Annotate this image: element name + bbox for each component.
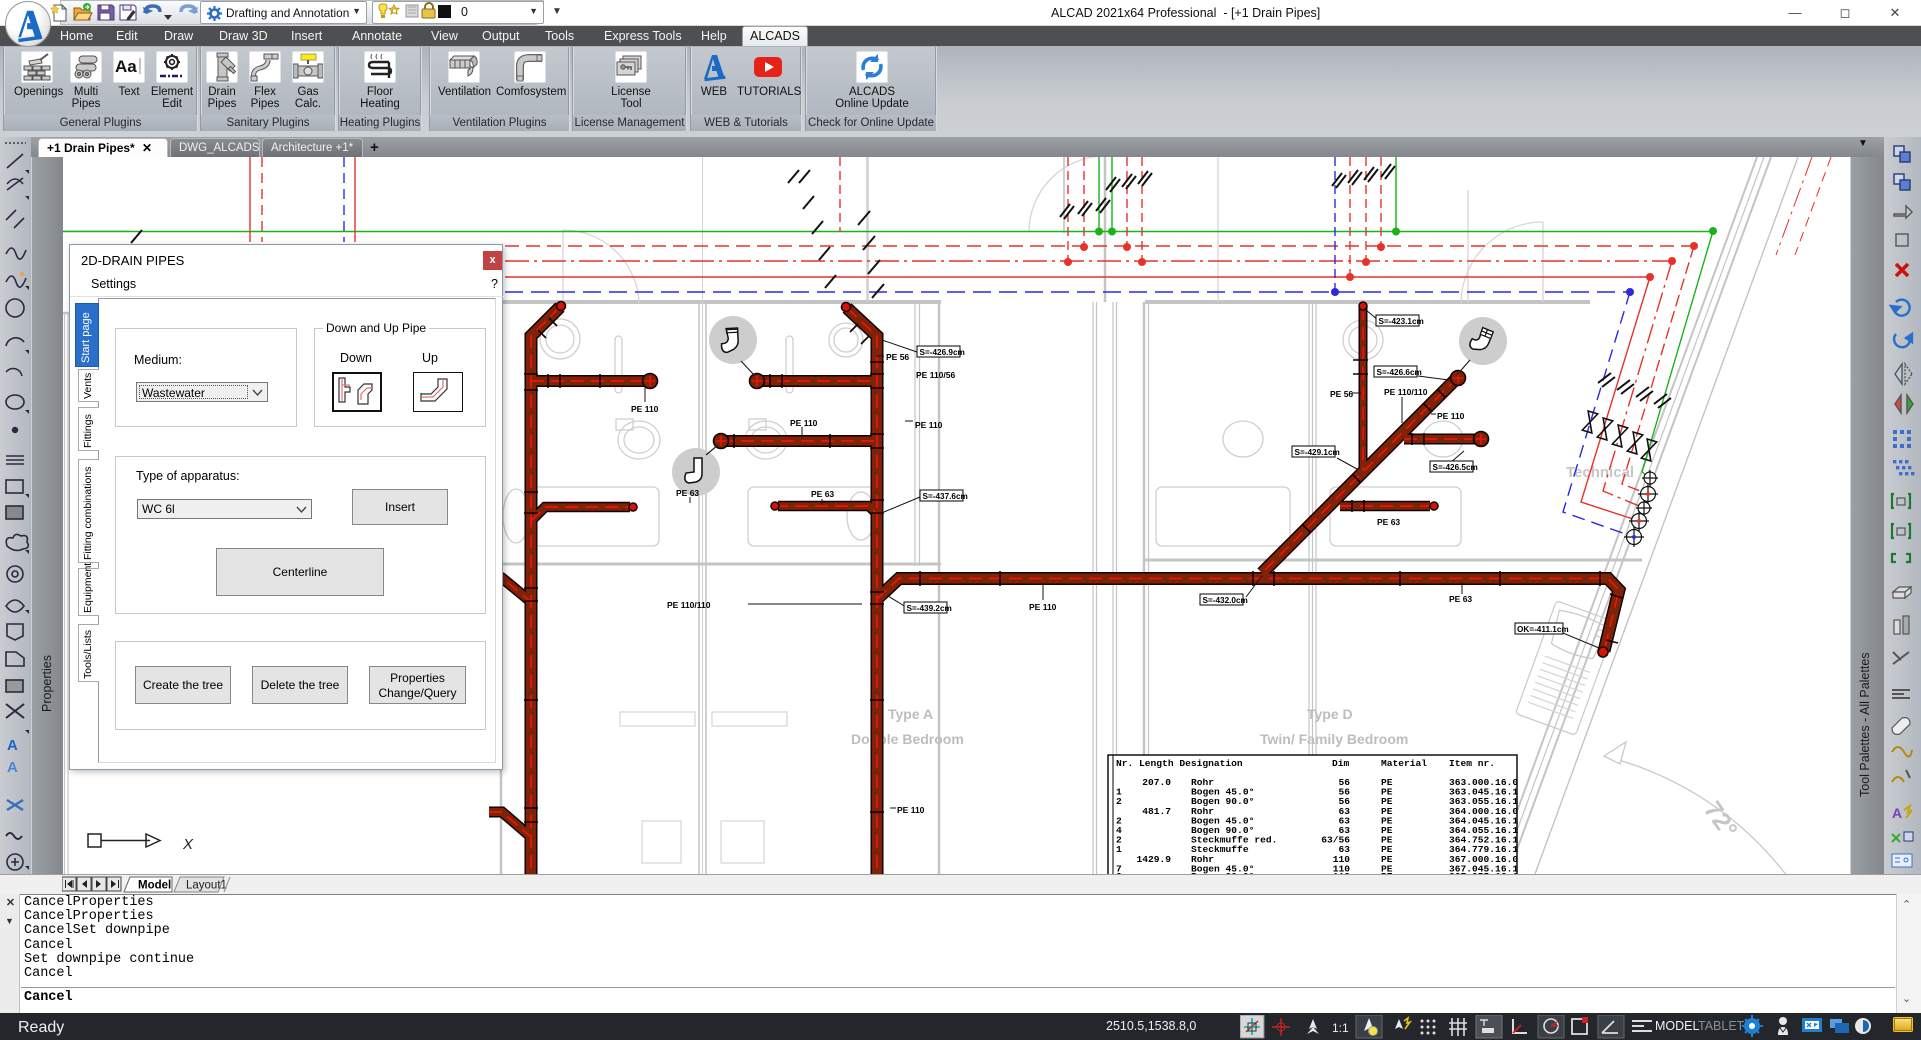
svg-text:X: X bbox=[182, 836, 194, 853]
svg-text:A: A bbox=[1892, 805, 1902, 821]
svg-text:Type D: Type D bbox=[1307, 706, 1353, 722]
svg-text:PE 63: PE 63 bbox=[1449, 594, 1472, 604]
svg-text:Type A: Type A bbox=[888, 706, 933, 722]
svg-text:S=-437.6cm: S=-437.6cm bbox=[923, 492, 968, 501]
svg-text:PE 63: PE 63 bbox=[1377, 517, 1400, 527]
svg-text:1: 1 bbox=[1116, 844, 1122, 855]
svg-text:S=-429.1cm: S=-429.1cm bbox=[1295, 448, 1340, 457]
svg-text:S=-426.9cm: S=-426.9cm bbox=[920, 348, 965, 357]
svg-text:481.7: 481.7 bbox=[1142, 806, 1171, 817]
svg-text:Item nr.: Item nr. bbox=[1449, 758, 1495, 769]
svg-text:A: A bbox=[7, 737, 18, 754]
svg-text:S=-423.1cm: S=-423.1cm bbox=[1379, 317, 1424, 326]
svg-text:1429.9: 1429.9 bbox=[1136, 854, 1171, 865]
svg-text:Model: Model bbox=[138, 880, 171, 892]
svg-text:PE 56: PE 56 bbox=[1330, 389, 1353, 399]
svg-text:1:1: 1:1 bbox=[1332, 1021, 1349, 1035]
svg-text:Twin/ Family Bedroom: Twin/ Family Bedroom bbox=[1260, 731, 1408, 747]
svg-text:Dim: Dim bbox=[1332, 758, 1350, 769]
svg-text:PE 110: PE 110 bbox=[897, 805, 925, 815]
svg-text:A: A bbox=[7, 759, 18, 776]
svg-text:PE 63: PE 63 bbox=[811, 489, 834, 499]
svg-text:S=-439.2cm: S=-439.2cm bbox=[907, 604, 952, 613]
svg-text:S=-426.5cm: S=-426.5cm bbox=[1433, 463, 1478, 472]
svg-text:2: 2 bbox=[1116, 796, 1122, 807]
svg-text:PE 110/110: PE 110/110 bbox=[667, 600, 711, 610]
svg-text:OK=-411.1cm: OK=-411.1cm bbox=[1517, 625, 1569, 634]
svg-text:Double Bedroom: Double Bedroom bbox=[851, 731, 964, 747]
svg-text:PE 63: PE 63 bbox=[676, 488, 699, 498]
svg-text:PE 110: PE 110 bbox=[631, 404, 659, 414]
svg-text:Material: Material bbox=[1381, 758, 1427, 769]
svg-text:PE 110/110: PE 110/110 bbox=[1384, 387, 1428, 397]
svg-text:Aa: Aa bbox=[115, 57, 137, 76]
svg-text:PE 110: PE 110 bbox=[1437, 411, 1465, 421]
svg-text:PE 110/56: PE 110/56 bbox=[916, 370, 956, 380]
svg-text:Layout1: Layout1 bbox=[186, 880, 227, 892]
svg-text:Nr. Length Designation: Nr. Length Designation bbox=[1116, 758, 1243, 769]
svg-text:S=-426.6cm: S=-426.6cm bbox=[1377, 368, 1422, 377]
svg-text:PE 56: PE 56 bbox=[886, 352, 909, 362]
svg-text:207.0: 207.0 bbox=[1142, 777, 1171, 788]
svg-text:72°: 72° bbox=[1698, 796, 1743, 843]
svg-text:S=-432.0cm: S=-432.0cm bbox=[1203, 596, 1248, 605]
svg-text:PE 110: PE 110 bbox=[1029, 602, 1057, 612]
svg-text:PE 110: PE 110 bbox=[915, 420, 943, 430]
svg-text:PE 110: PE 110 bbox=[790, 418, 818, 428]
